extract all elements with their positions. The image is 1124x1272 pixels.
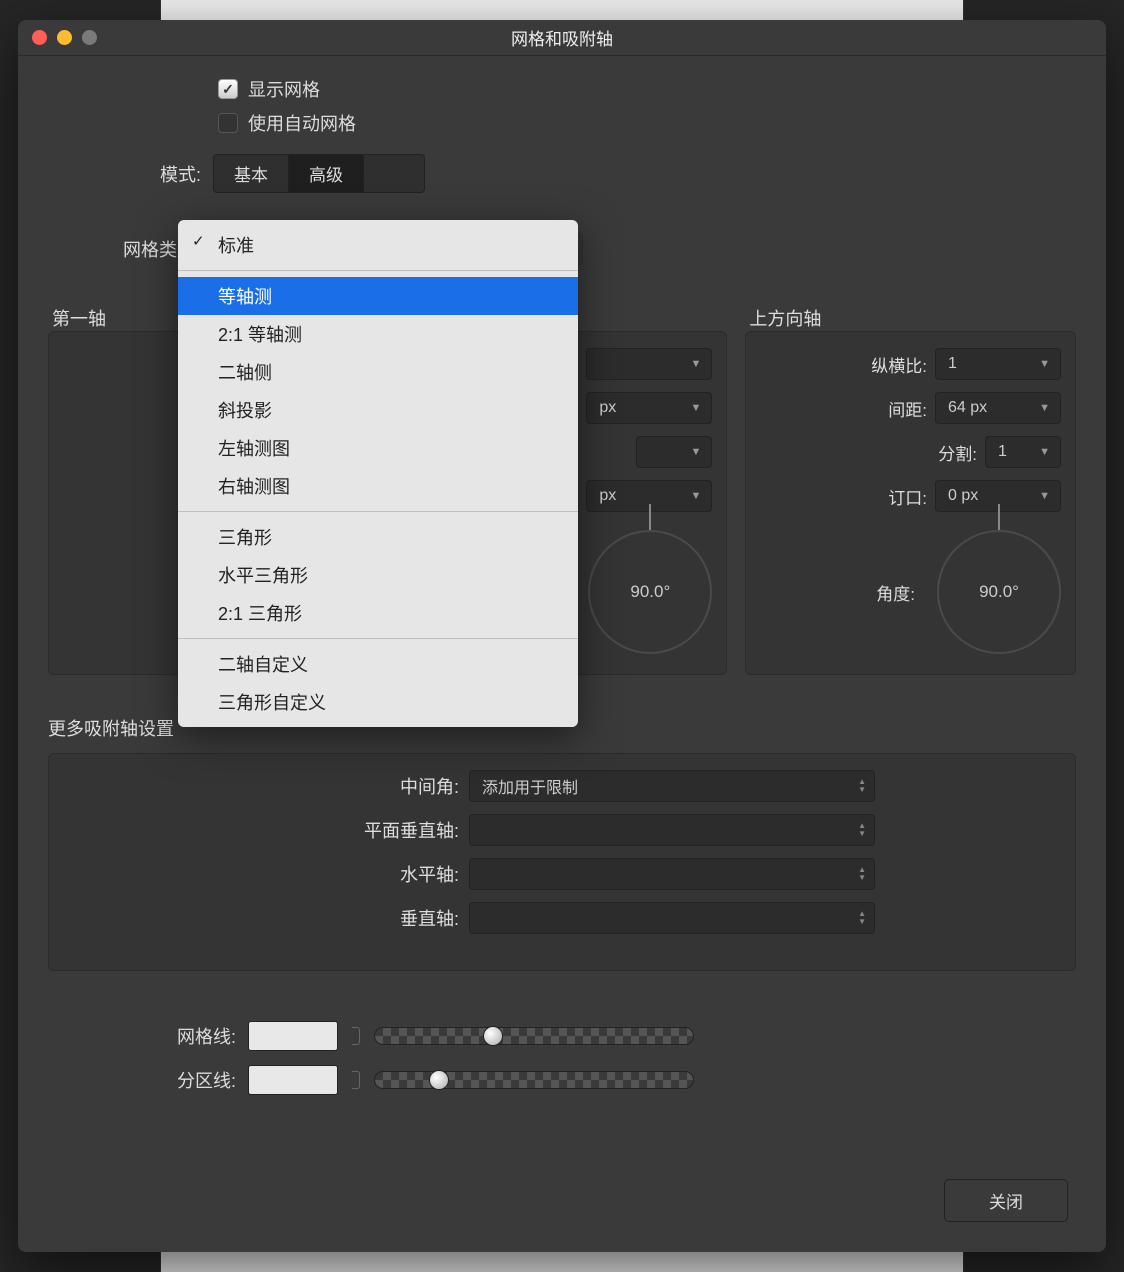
menu-item-dimetric[interactable]: 二轴侧	[178, 353, 578, 391]
stepper-icon[interactable]: ▲▼	[858, 778, 866, 794]
mid-angle-combo[interactable]: 添加用于限制 ▲▼	[469, 770, 875, 802]
knob-indicator	[649, 504, 651, 530]
chevron-down-icon: ▼	[690, 446, 701, 458]
dialog-title: 网格和吸附轴	[511, 25, 613, 50]
chevron-down-icon: ▼	[1039, 446, 1050, 458]
p3-ratio-dropdown[interactable]: 1▼	[935, 348, 1061, 380]
p3-angle-value: 90.0°	[979, 582, 1019, 602]
p3-ratio-label: 纵横比:	[871, 352, 927, 377]
horiz-axis-combo[interactable]: ▲▼	[469, 858, 875, 890]
chevron-down-icon: ▼	[1039, 358, 1050, 370]
slider-thumb[interactable]	[429, 1070, 449, 1090]
menu-item-2-1-isometric[interactable]: 2:1 等轴测	[178, 315, 578, 353]
p3-ratio-value: 1	[948, 355, 957, 373]
mode-advanced-option[interactable]: 高级	[289, 155, 364, 192]
p2-gutter-value: px	[599, 487, 616, 505]
titlebar: 网格和吸附轴	[18, 20, 1106, 56]
zone-line-color-swatch[interactable]	[248, 1065, 338, 1095]
menu-item-oblique[interactable]: 斜投影	[178, 391, 578, 429]
p2-divide-dropdown[interactable]: ▼	[636, 436, 712, 468]
link-colors-icon[interactable]	[346, 1071, 366, 1089]
auto-grid-checkbox[interactable]	[218, 113, 238, 133]
menu-item-custom-dimetric[interactable]: 二轴自定义	[178, 645, 578, 683]
menu-separator	[178, 270, 578, 271]
zone-line-opacity-slider[interactable]	[374, 1071, 694, 1089]
menu-item-standard[interactable]: 标准	[178, 226, 578, 264]
window-controls	[32, 30, 97, 45]
knob-indicator	[998, 504, 1000, 530]
second-axis-angle-knob[interactable]: 90.0°	[588, 530, 712, 654]
menu-item-right-axon[interactable]: 右轴测图	[178, 467, 578, 505]
p2-ratio-dropdown[interactable]: ▼	[586, 348, 712, 380]
mode-label: 模式:	[48, 161, 213, 187]
mode-basic-option[interactable]: 基本	[214, 155, 289, 192]
mode-extra-option[interactable]	[364, 155, 424, 192]
grid-line-color-swatch[interactable]	[248, 1021, 338, 1051]
more-settings-panel: 中间角: 添加用于限制 ▲▼ 平面垂直轴: ▲▼ 水平轴: ▲▼ 垂直轴: ▲▼	[48, 753, 1076, 971]
show-grid-label: 显示网格	[248, 76, 320, 102]
chevron-down-icon: ▼	[690, 490, 701, 502]
p2-angle-value: 90.0°	[630, 582, 670, 602]
zoom-window-button[interactable]	[82, 30, 97, 45]
stepper-icon[interactable]: ▲▼	[858, 822, 866, 838]
menu-item-h-triangle[interactable]: 水平三角形	[178, 556, 578, 594]
menu-separator	[178, 638, 578, 639]
menu-separator	[178, 511, 578, 512]
vert-axis-combo[interactable]: ▲▼	[469, 902, 875, 934]
canvas-background-top	[160, 0, 964, 20]
mode-segmented-control[interactable]: 基本 高级	[213, 154, 425, 193]
p3-gutter-value: 0 px	[948, 487, 978, 505]
p3-spacing-dropdown[interactable]: 64 px ▼	[935, 392, 1061, 424]
mid-angle-label: 中间角:	[89, 773, 469, 799]
p3-gutter-label: 订口:	[888, 484, 927, 509]
close-window-button[interactable]	[32, 30, 47, 45]
p3-angle-label: 角度:	[876, 580, 915, 605]
canvas-background-bottom	[160, 1252, 964, 1272]
menu-item-left-axon[interactable]: 左轴测图	[178, 429, 578, 467]
p3-spacing-value: 64 px	[948, 399, 987, 417]
horiz-axis-label: 水平轴:	[89, 861, 469, 887]
close-button[interactable]: 关闭	[944, 1179, 1068, 1222]
minimize-window-button[interactable]	[57, 30, 72, 45]
p2-spacing-value: px	[599, 399, 616, 417]
menu-item-isometric[interactable]: 等轴测	[178, 277, 578, 315]
menu-item-custom-triangle[interactable]: 三角形自定义	[178, 683, 578, 721]
grid-type-menu: 标准 等轴测 2:1 等轴测 二轴侧 斜投影 左轴测图 右轴测图 三角形 水平三…	[178, 220, 578, 727]
zone-line-label: 分区线:	[48, 1067, 248, 1093]
p2-spacing-dropdown[interactable]: px ▼	[586, 392, 712, 424]
chevron-down-icon: ▼	[690, 358, 701, 370]
plane-vert-label: 平面垂直轴:	[89, 817, 469, 843]
plane-vert-combo[interactable]: ▲▼	[469, 814, 875, 846]
p3-divide-dropdown[interactable]: 1▼	[985, 436, 1061, 468]
up-axis-heading: 上方向轴	[745, 305, 1076, 331]
p3-divide-label: 分割:	[938, 440, 977, 465]
chevron-down-icon: ▼	[690, 402, 701, 414]
link-colors-icon[interactable]	[346, 1027, 366, 1045]
up-axis-angle-knob[interactable]: 90.0°	[937, 530, 1061, 654]
p3-spacing-label: 间距:	[888, 396, 927, 421]
grid-snap-dialog: 网格和吸附轴 显示网格 使用自动网格 模式: 基本 高级 网格类型 ▼	[18, 20, 1106, 1252]
grid-line-label: 网格线:	[48, 1023, 248, 1049]
auto-grid-label: 使用自动网格	[248, 110, 356, 136]
show-grid-checkbox[interactable]	[218, 79, 238, 99]
menu-item-2-1-triangle[interactable]: 2:1 三角形	[178, 594, 578, 632]
menu-item-triangle[interactable]: 三角形	[178, 518, 578, 556]
chevron-down-icon: ▼	[1039, 402, 1050, 414]
up-axis-panel: 纵横比: 1▼ 间距: 64 px▼ 分割: 1▼ 订口: 0 px▼ 角度:	[745, 331, 1076, 675]
grid-line-opacity-slider[interactable]	[374, 1027, 694, 1045]
chevron-down-icon: ▼	[1039, 490, 1050, 502]
mid-angle-value: 添加用于限制	[482, 774, 578, 798]
slider-thumb[interactable]	[483, 1026, 503, 1046]
p3-divide-value: 1	[998, 443, 1007, 461]
stepper-icon[interactable]: ▲▼	[858, 866, 866, 882]
vert-axis-label: 垂直轴:	[89, 905, 469, 931]
stepper-icon[interactable]: ▲▼	[858, 910, 866, 926]
